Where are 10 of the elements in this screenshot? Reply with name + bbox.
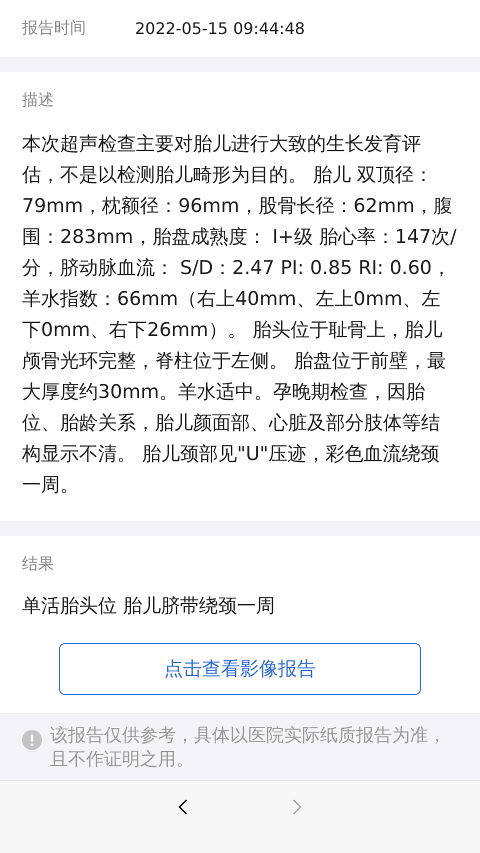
alert-icon	[22, 730, 42, 750]
result-text: 单活胎头位 胎儿脐带绕颈一周	[22, 594, 276, 619]
field-value: 2022-05-15 09:44:48	[135, 19, 305, 38]
disclaimer-text: 该报告仅供参考，具体以医院实际纸质报告为准，且不作证明之用。	[50, 724, 447, 772]
section-label: 描述	[22, 90, 55, 111]
section-label: 结果	[22, 554, 55, 575]
view-image-report-button[interactable]: 点击查看影像报告	[59, 643, 421, 695]
back-icon[interactable]	[176, 797, 190, 817]
field-label: 报告时间	[22, 18, 87, 39]
description-text: 本次超声检查主要对胎儿进行大致的生长发育评估，不是以检测胎儿畸形为目的。 胎儿 双顶径：79mm，枕额径：96mm，股骨长径：62mm，腹围：283mm，胎盘成熟度： Ⅰ+级 胎心率：147次/分，脐动脉血流： S/D：2.47 PI: 0.85 RI: 0.60，羊水指数：66mm（右上40mm、左上0mm、左下0mm、右下26mm）。 胎头位于耻骨上，胎儿颅骨光环完整，脊柱位于左侧。 胎盘位于前壁，最大厚度约30mm。羊水适中。孕晚期检查，因胎位、胎龄关系，胎儿颜面部、心脏及部分肢体等结构显示不清。 胎儿颈部见"U"压迹，彩色血流绕颈一周。	[22, 132, 458, 498]
